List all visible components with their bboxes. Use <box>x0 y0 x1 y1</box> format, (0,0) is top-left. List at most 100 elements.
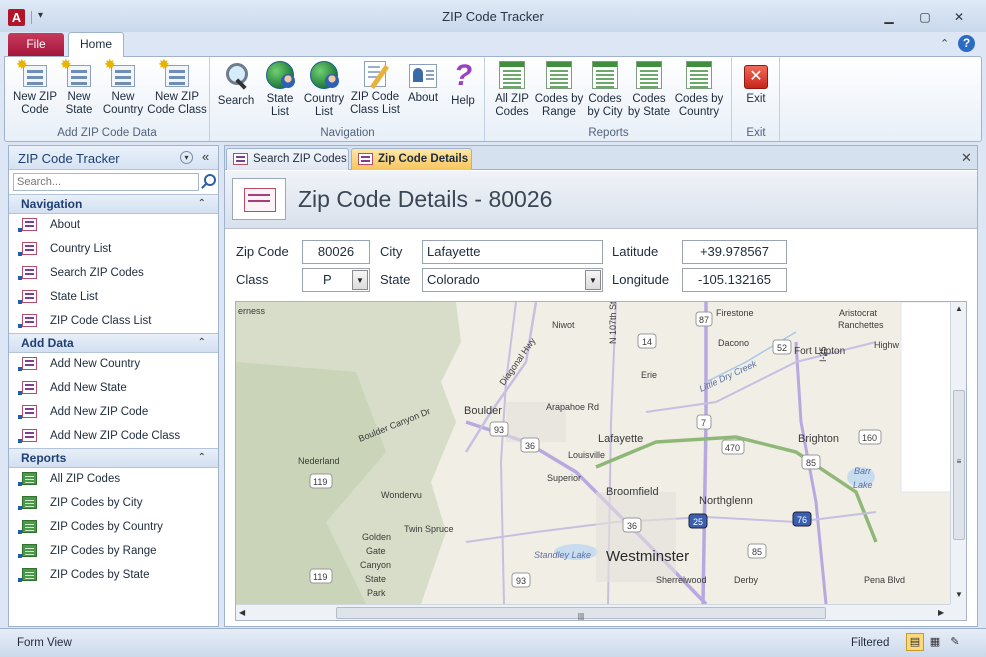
map-label: Golden <box>362 532 391 542</box>
map-label: Twin Spruce <box>404 524 454 534</box>
help-button[interactable]: ? Help <box>445 59 481 108</box>
map-view[interactable]: erness Niwot N 107th St 87 Firestone Ari… <box>235 301 967 621</box>
scroll-right-icon[interactable]: ▶ <box>938 608 944 617</box>
exit-button[interactable]: ✕ Exit <box>737 59 775 106</box>
zip-code-class-list-button[interactable]: ZIP Code Class List <box>347 59 403 117</box>
new-country-icon <box>104 58 135 87</box>
help-circle-icon[interactable]: ? <box>958 35 975 52</box>
country-list-icon <box>310 61 339 89</box>
map-label: 93 <box>516 576 526 586</box>
tab-file[interactable]: File <box>8 33 64 56</box>
status-filtered: Filtered <box>851 637 890 649</box>
search-button[interactable]: Search <box>215 59 257 108</box>
map-canvas[interactable]: erness Niwot N 107th St 87 Firestone Ari… <box>236 302 950 604</box>
section-header-navigation[interactable]: Navigation ⌃ <box>9 194 218 214</box>
nav-menu-dropdown-icon[interactable]: ▾ <box>180 151 193 164</box>
city-field[interactable]: Lafayette <box>422 240 603 264</box>
codes-by-range-button[interactable]: Codes by Range <box>534 59 584 119</box>
new-zip-code-class-button[interactable]: New ZIP Code Class <box>147 58 207 117</box>
new-zip-code-class-icon <box>158 58 189 87</box>
class-value: P <box>323 272 332 287</box>
nav-item-zip-code-class-list[interactable]: ZIP Code Class List <box>9 309 218 333</box>
form-icon <box>18 405 37 419</box>
minimize-ribbon-icon[interactable]: ⌃ <box>940 37 949 50</box>
design-view-icon[interactable]: ✎ <box>946 633 964 651</box>
nav-item-add-new-state[interactable]: Add New State <box>9 376 218 400</box>
map-label: Dacono <box>718 338 749 348</box>
nav-item-country-list[interactable]: Country List <box>9 237 218 261</box>
nav-item-all-zip-codes[interactable]: All ZIP Codes <box>9 467 218 491</box>
state-list-button[interactable]: State List <box>261 59 299 119</box>
tab-label: Zip Code Details <box>378 153 469 165</box>
nav-search-input[interactable] <box>13 173 199 191</box>
nav-item-add-new-country[interactable]: Add New Country <box>9 352 218 376</box>
nav-item-zip-codes-by-city[interactable]: ZIP Codes by City <box>9 491 218 515</box>
nav-item-state-list[interactable]: State List <box>9 285 218 309</box>
collapse-pane-icon[interactable]: « <box>202 149 209 164</box>
scroll-left-icon[interactable]: ◀ <box>239 608 245 617</box>
nav-item-zip-codes-by-state[interactable]: ZIP Codes by State <box>9 563 218 587</box>
report-icon <box>636 61 662 89</box>
nav-item-add-new-zip-code[interactable]: Add New ZIP Code <box>9 400 218 424</box>
all-zip-codes-button[interactable]: All ZIP Codes <box>490 59 534 119</box>
close-window-button[interactable]: ✕ <box>946 8 972 26</box>
nav-header[interactable]: ZIP Code Tracker ▾ « <box>9 146 218 170</box>
nav-item-label: ZIP Codes by Country <box>50 521 163 533</box>
longitude-field[interactable]: -105.132165 <box>682 268 787 292</box>
nav-item-label: Add New Country <box>50 358 141 370</box>
new-zip-code-button[interactable]: New ZIP Code <box>9 58 61 117</box>
section-header-add-data[interactable]: Add Data ⌃ <box>9 333 218 353</box>
form-header: Zip Code Details - 80026 <box>225 171 977 229</box>
nav-item-search-zip-codes[interactable]: Search ZIP Codes <box>9 261 218 285</box>
codes-by-city-button[interactable]: Codes by City <box>584 59 626 119</box>
nav-item-zip-codes-by-range[interactable]: ZIP Codes by Range <box>9 539 218 563</box>
nav-title: ZIP Code Tracker <box>18 151 120 166</box>
nav-item-label: Country List <box>50 243 112 255</box>
map-label: Lake <box>853 480 873 490</box>
new-state-button[interactable]: New State <box>60 58 97 117</box>
layout-view-icon[interactable]: ▦ <box>926 633 944 651</box>
form-icon <box>358 153 373 165</box>
map-label: 36 <box>627 521 637 531</box>
country-list-button[interactable]: Country List <box>301 59 347 119</box>
nav-item-label: ZIP Codes by City <box>50 497 143 509</box>
map-label: 470 <box>725 443 740 453</box>
map-vertical-scrollbar[interactable]: ▲ ≡ ▼ <box>950 302 966 604</box>
report-icon <box>18 496 37 510</box>
map-label: Boulder <box>464 405 502 417</box>
codes-by-state-button[interactable]: Codes by State <box>626 59 672 119</box>
class-select[interactable]: P ▼ <box>302 268 370 292</box>
search-icon[interactable] <box>201 174 216 188</box>
chevron-down-icon[interactable]: ▼ <box>352 270 368 290</box>
map-horizontal-scrollbar[interactable]: ◀ ||| ▶ <box>236 604 950 620</box>
maximize-button[interactable]: ▢ <box>912 8 938 26</box>
section-title: Navigation <box>21 197 83 211</box>
latitude-field[interactable]: +39.978567 <box>682 240 787 264</box>
state-select[interactable]: Colorado ▼ <box>422 268 603 292</box>
tab-label: Search ZIP Codes <box>253 153 347 165</box>
minimize-button[interactable]: ▁ <box>876 8 902 26</box>
zip-code-field[interactable]: 80026 <box>302 240 370 264</box>
tab-home[interactable]: Home <box>68 32 124 57</box>
form-view-icon[interactable]: ▤ <box>906 633 924 651</box>
group-label: Reports <box>588 127 629 139</box>
new-country-button[interactable]: New Country <box>99 58 147 117</box>
scroll-down-icon[interactable]: ▼ <box>951 590 966 599</box>
map-label: Westminster <box>606 548 689 565</box>
codes-by-country-button[interactable]: Codes by Country <box>672 59 726 119</box>
chevron-down-icon[interactable]: ▼ <box>585 270 601 290</box>
tab-search-zip-codes[interactable]: Search ZIP Codes <box>226 148 349 170</box>
nav-item-add-new-zip-code-class[interactable]: Add New ZIP Code Class <box>9 424 218 448</box>
horizontal-scroll-thumb[interactable]: ||| <box>336 607 826 620</box>
report-icon <box>546 61 572 89</box>
chevron-up-icon: ⌃ <box>197 452 206 463</box>
about-button[interactable]: About <box>403 59 443 105</box>
tab-zip-code-details[interactable]: Zip Code Details <box>351 148 472 170</box>
vertical-scroll-thumb[interactable]: ≡ <box>953 390 965 540</box>
latitude-label: Latitude <box>612 244 659 259</box>
scroll-up-icon[interactable]: ▲ <box>951 304 966 313</box>
nav-item-zip-codes-by-country[interactable]: ZIP Codes by Country <box>9 515 218 539</box>
section-header-reports[interactable]: Reports ⌃ <box>9 448 218 468</box>
nav-item-about[interactable]: About <box>9 213 218 237</box>
close-document-icon[interactable]: ✕ <box>961 150 972 166</box>
